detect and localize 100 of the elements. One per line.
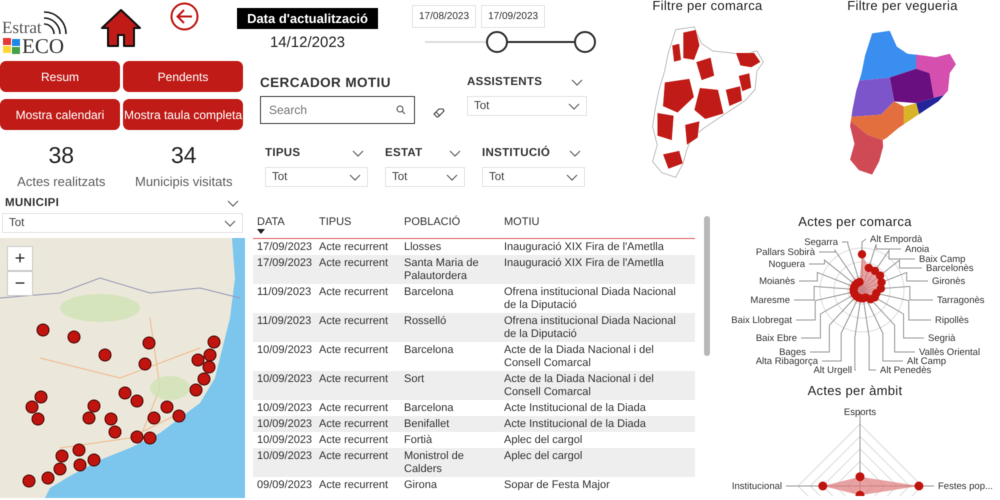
chevron-down-icon	[566, 174, 578, 180]
chevron-down-icon	[349, 174, 361, 180]
zoom-out-button[interactable]: −	[7, 271, 33, 296]
table-cell-text: Acte recurrent	[318, 284, 390, 300]
search-field[interactable]: Search	[260, 96, 415, 124]
table-cell-text: 17/09/2023	[256, 240, 314, 254]
axis-label: Bages	[779, 347, 806, 358]
table-cell: Sort	[400, 371, 500, 400]
table-cell: Santa Maria de Palautordera	[400, 255, 500, 284]
nav-button[interactable]: Pendents	[123, 61, 243, 92]
table-cell: 10/09/2023	[253, 448, 315, 477]
chevron-down-icon	[224, 220, 236, 226]
table-cell: Aplec del cargol	[500, 448, 695, 477]
chevron-down-icon	[449, 150, 461, 156]
table-cell-text: Barcelona	[403, 400, 455, 416]
table-cell-text: Acte recurrent	[318, 478, 390, 492]
home-icon[interactable]	[100, 8, 142, 48]
table-cell: 10/09/2023	[253, 416, 315, 432]
axis-label: Maresme	[750, 295, 790, 306]
axis-label: Alt Urgell	[813, 365, 852, 376]
eraser-icon[interactable]	[433, 108, 445, 118]
table-cell-text: Acte de la Diada Nacional i del Consell Comarcal	[503, 342, 655, 370]
axis-label: Alta Ribagorça	[756, 356, 818, 367]
table-cell-text: 10/09/2023	[256, 400, 314, 416]
table-cell-text: Fortià	[403, 432, 434, 448]
table-cell-text: Acte recurrent	[318, 240, 390, 254]
scrollbar[interactable]	[704, 216, 710, 356]
column-header[interactable]: DATA	[253, 216, 315, 238]
axis-label: Alt Penedès	[880, 365, 932, 376]
column-header[interactable]: MOTIU	[500, 216, 695, 238]
dropdown[interactable]: Tot	[482, 167, 585, 187]
axis-label: Gironès	[932, 276, 966, 287]
dropdown[interactable]: Tot	[385, 167, 465, 187]
chevron-down-icon	[568, 102, 580, 110]
axis-label: Alt Camp	[907, 356, 946, 367]
kpi-label: Actes realitzats	[16, 174, 106, 189]
table-cell-text: Inauguració XIX Fira de l'Ametlla	[503, 240, 665, 254]
table-cell: Ofrena institucional Diada Nacional de la Diputació	[500, 313, 695, 342]
table-cell: Acte recurrent	[315, 313, 400, 342]
map-title: Filtre per vegueria	[847, 0, 958, 13]
radar-shape	[849, 250, 886, 304]
axis-label: Ripollès	[935, 315, 969, 326]
zoom-in-button[interactable]: +	[7, 246, 33, 271]
table-cell: Acte recurrent	[315, 416, 400, 432]
table-cell-text: Aplec del cargol	[503, 432, 584, 448]
chevron-down-icon	[571, 78, 583, 86]
logo-text: Estrat	[2, 19, 42, 36]
axis-label: Institucional	[732, 481, 782, 492]
column-header[interactable]: POBLACIÓ	[400, 216, 500, 238]
table-cell: Acte recurrent	[315, 448, 400, 477]
nav-button[interactable]: Mostra calendari	[0, 99, 120, 130]
update-label: Data d'actualització	[237, 8, 378, 29]
table-cell: Benifallet	[400, 416, 500, 432]
chart-title: Actes per comarca	[798, 214, 912, 229]
slicer-label: ESTAT	[385, 147, 422, 159]
table-cell-text: 09/09/2023	[256, 478, 314, 492]
logo-text: ECO	[22, 36, 64, 56]
start-date-field[interactable]: 17/08/2023	[412, 5, 476, 28]
table-cell-text: Barcelona	[403, 342, 455, 358]
axis-label: Pallars Sobirà	[756, 247, 815, 258]
chart-title: Actes per àmbit	[808, 383, 902, 398]
table-cell: 17/09/2023	[253, 255, 315, 284]
slicer-label: TIPUS	[265, 147, 300, 159]
slider-thumb[interactable]	[574, 31, 596, 53]
table-cell: Acte recurrent	[315, 255, 400, 284]
slider-thumb[interactable]	[486, 31, 508, 53]
table-cell-text: 11/09/2023	[256, 284, 312, 300]
axis-label: Baix Camp	[919, 254, 966, 265]
end-date-field[interactable]: 17/09/2023	[481, 5, 546, 28]
table-cell-text: Sopar de Festa Major	[503, 478, 611, 492]
axis-label: Tarragonès	[937, 295, 985, 306]
nav-button[interactable]: Resum	[0, 61, 120, 92]
axis-label: Alt Empordà	[870, 234, 922, 245]
axis-label: Esports	[844, 407, 876, 418]
table-cell-text: Llosses	[403, 240, 442, 254]
nav-button[interactable]: Mostra taula completa	[123, 99, 243, 130]
table-cell: Acte de la Diada Nacional i del Consell Comarcal	[500, 371, 695, 400]
table-cell-text: 10/09/2023	[256, 342, 314, 358]
axis-label: Festes pop...	[938, 481, 993, 492]
chevron-down-icon	[446, 174, 458, 180]
column-header[interactable]: TIPUS	[315, 216, 400, 238]
chevron-down-icon	[569, 150, 581, 156]
table-cell: Rosselló	[400, 313, 500, 342]
kpi-value: 34	[170, 142, 198, 168]
table-cell-text: Acte recurrent	[318, 400, 390, 416]
axis-label: Barcelonès	[926, 263, 974, 274]
dropdown[interactable]: Tot	[265, 167, 368, 187]
dropdown[interactable]: Tot	[2, 213, 243, 233]
kpi-value: 38	[47, 142, 76, 168]
axis-label: Moianès	[759, 276, 795, 287]
table-cell: Acte recurrent	[315, 371, 400, 400]
table-cell-text: Acte recurrent	[318, 342, 390, 358]
kpi-label: Municipis visitats	[134, 174, 234, 189]
table-cell-text: Acte Institucional de la Diada	[503, 400, 647, 416]
table-cell-text: Ofrena institucional Diada Nacional de la Diputació	[503, 284, 677, 312]
axis-label: Noguera	[768, 259, 805, 270]
dropdown[interactable]: Tot	[467, 96, 587, 116]
axis-label: Segrià	[928, 333, 956, 344]
table-cell-text: Barcelona	[403, 284, 455, 300]
axis-label: Baix Llobregat	[731, 315, 792, 326]
